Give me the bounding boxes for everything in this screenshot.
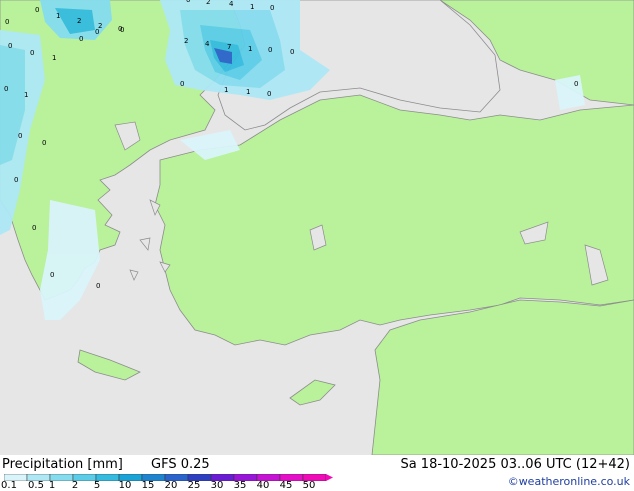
precip-value-label: 1: [56, 12, 60, 20]
precip-value-label: 1: [224, 86, 228, 94]
precip-value-label: 0: [32, 224, 36, 232]
precip-value-label: 0: [18, 132, 22, 140]
precip-value-label: 0: [267, 90, 271, 98]
precip-value-label: 0: [8, 42, 12, 50]
colorbar-tick-label: 20: [164, 480, 178, 491]
colorbar-tick-label: 40: [256, 480, 270, 491]
precip-value-label: 0: [5, 18, 9, 26]
colorbar-tick-label: 25: [187, 480, 201, 491]
precip-value-label: 0: [270, 4, 274, 12]
map-footer: Precipitation [mm] GFS 0.25 Sa 18-10-202…: [0, 455, 634, 491]
precip-value-label: 0: [50, 271, 54, 279]
precip-value-label: 2: [184, 37, 188, 45]
precip-value-label: 7: [227, 43, 231, 51]
precip-value-label: 0: [574, 80, 578, 88]
colorbar-tick-label: 5: [93, 480, 101, 491]
precip-value-label: 1: [52, 54, 56, 62]
colorbar-tick-label: 45: [279, 480, 293, 491]
colorbar-tick-label: 50: [302, 480, 316, 491]
colorbar-tick-label: 0.1: [1, 480, 17, 491]
precip-value-label: 2: [77, 17, 81, 25]
precip-value-label: 0: [118, 25, 122, 33]
precip-value-label: 0: [79, 35, 83, 43]
precip-value-label: 2: [206, 0, 210, 6]
colorbar-tick-label: 30: [210, 480, 224, 491]
precip-value-label: 0: [186, 0, 190, 4]
precip-value-label: 0: [96, 282, 100, 290]
precipitation-map: 012200241024710000101100010000000000: [0, 0, 634, 456]
model-name: GFS 0.25: [151, 457, 210, 472]
precip-value-label: 0: [35, 6, 39, 14]
levant-land: [371, 299, 634, 456]
precip-value-label: 4: [229, 0, 234, 8]
precip-value-label: 0: [30, 49, 34, 57]
precip-value-label: 0: [4, 85, 8, 93]
precip-value-label: 0: [42, 139, 46, 147]
valid-datetime: Sa 18-10-2025 03..06 UTC (12+42): [400, 457, 630, 472]
colorbar-tick-label: 15: [141, 480, 155, 491]
precip-value-label: 1: [248, 45, 252, 53]
precip-value-label: 1: [24, 91, 28, 99]
precip-value-label: 0: [95, 28, 99, 36]
colorbar-arrow: [326, 474, 333, 481]
colorbar-tick-label: 10: [118, 480, 132, 491]
precip-value-label: 1: [250, 3, 254, 11]
precip-value-label: 0: [268, 46, 272, 54]
precip-value-label: 0: [290, 48, 294, 56]
precip-value-label: 1: [246, 88, 250, 96]
precip-value-label: 0: [180, 80, 184, 88]
colorbar-tick-label: 35: [233, 480, 247, 491]
precip-value-label: 4: [205, 40, 210, 48]
colorbar-tick-label: 0.5: [28, 480, 44, 491]
variable-title: Precipitation [mm]: [2, 457, 123, 472]
colorbar-tick-label: 1: [48, 480, 56, 491]
colorbar-tick-label: 2: [71, 480, 79, 491]
precip-value-label: 0: [14, 176, 18, 184]
credit-link[interactable]: ©weatheronline.co.uk: [508, 475, 630, 489]
